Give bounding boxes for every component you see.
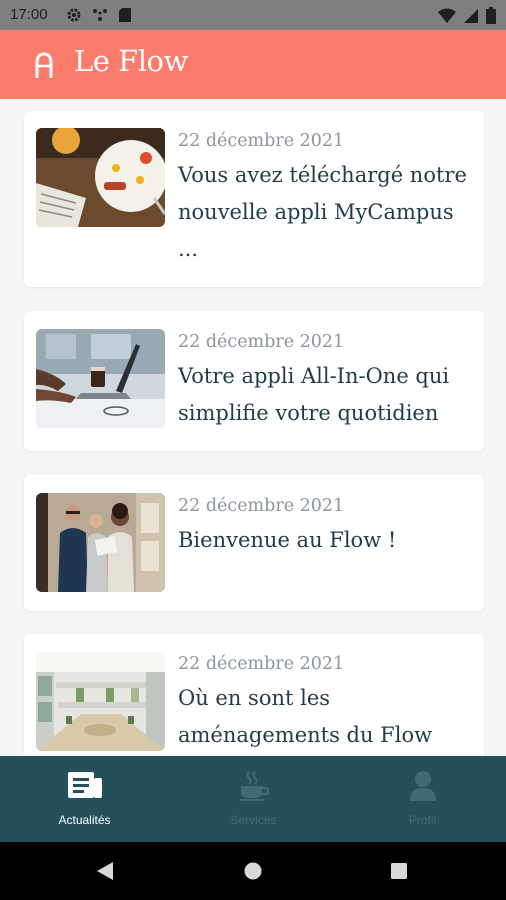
app-bar: Le Flow xyxy=(0,30,506,99)
sd-card-icon xyxy=(118,7,132,28)
nav-item-services[interactable]: Services xyxy=(169,756,338,842)
article-card[interactable]: 22 décembre 2021 Où en sont les aménagem… xyxy=(24,634,484,756)
person-icon xyxy=(409,770,437,807)
nav-label-profil: Profil xyxy=(408,813,437,827)
coffee-cup-icon xyxy=(238,770,270,807)
cast-dots-icon xyxy=(92,7,108,28)
news-icon xyxy=(67,770,103,805)
settings-gear-icon xyxy=(66,7,82,28)
article-title[interactable]: Votre appli All-In-One qui simplifie vot… xyxy=(178,358,478,432)
article-card[interactable]: 22 décembre 2021 Votre appli All-In-One … xyxy=(24,311,484,451)
article-title[interactable]: Où en sont les aménagements du Flow xyxy=(178,680,478,754)
status-time: 17:00 xyxy=(10,6,48,23)
news-feed[interactable]: 22 décembre 2021 Vous avez téléchargé no… xyxy=(0,99,506,756)
wifi-icon xyxy=(438,8,456,29)
bottom-navigation: Actualités Services Profil xyxy=(0,756,506,842)
back-icon[interactable] xyxy=(96,861,114,886)
le-flow-logo-icon xyxy=(34,52,54,84)
nav-item-actualites[interactable]: Actualités xyxy=(0,756,169,842)
article-title[interactable]: Vous avez téléchargé notre nouvelle appl… xyxy=(178,157,478,268)
article-date: 22 décembre 2021 xyxy=(178,131,345,151)
article-thumbnail-team xyxy=(36,493,165,592)
article-title[interactable]: Bienvenue au Flow ! xyxy=(178,522,478,559)
article-date: 22 décembre 2021 xyxy=(178,654,345,674)
app-title: Le Flow xyxy=(74,44,188,78)
article-date: 22 décembre 2021 xyxy=(178,496,345,516)
battery-icon xyxy=(486,7,496,29)
article-card[interactable]: 22 décembre 2021 Vous avez téléchargé no… xyxy=(24,111,484,287)
article-card[interactable]: 22 décembre 2021 Bienvenue au Flow ! xyxy=(24,475,484,611)
nav-label-services: Services xyxy=(230,813,277,827)
article-date: 22 décembre 2021 xyxy=(178,332,345,352)
nav-label-actualites: Actualités xyxy=(58,813,111,827)
system-navigation-bar xyxy=(0,842,506,900)
article-thumbnail-breakfast xyxy=(36,128,165,227)
article-thumbnail-laptop xyxy=(36,329,165,428)
article-thumbnail-building xyxy=(36,652,165,751)
home-icon[interactable] xyxy=(244,862,262,885)
status-bar: 17:00 xyxy=(0,0,506,30)
signal-icon xyxy=(463,8,479,29)
nav-item-profil[interactable]: Profil xyxy=(338,756,506,842)
recents-icon[interactable] xyxy=(391,863,407,884)
